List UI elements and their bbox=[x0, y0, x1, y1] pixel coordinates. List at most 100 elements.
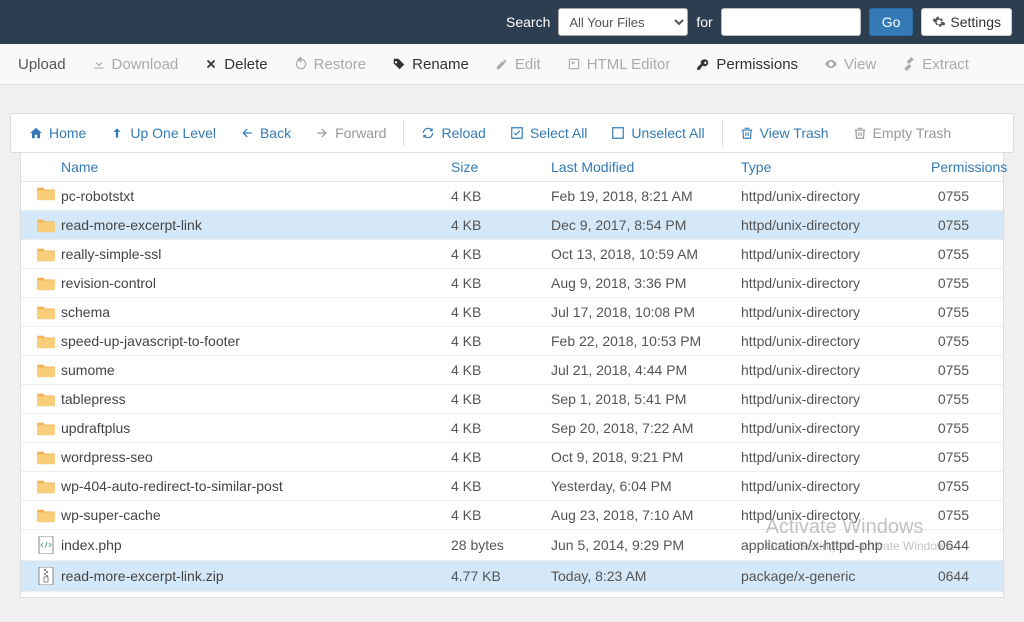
restore-icon bbox=[294, 57, 308, 71]
file-type: httpd/unix-directory bbox=[741, 304, 931, 320]
table-row[interactable]: wordpress-seo4 KBOct 9, 2018, 9:21 PMhtt… bbox=[21, 443, 1003, 472]
forward-icon bbox=[315, 126, 329, 140]
table-row[interactable]: revision-control4 KBAug 9, 2018, 3:36 PM… bbox=[21, 269, 1003, 298]
search-scope-select[interactable]: All Your Files bbox=[558, 8, 688, 36]
file-name: sumome bbox=[61, 362, 451, 378]
file-name: index.php bbox=[61, 537, 451, 553]
file-type: httpd/unix-directory bbox=[741, 420, 931, 436]
restore-button[interactable]: Restore bbox=[284, 50, 377, 79]
file-permissions: 0755 bbox=[931, 478, 993, 494]
folder-icon bbox=[31, 449, 61, 465]
home-button[interactable]: Home bbox=[19, 120, 96, 146]
file-type: httpd/unix-directory bbox=[741, 188, 931, 204]
table-row[interactable]: tablepress4 KBSep 1, 2018, 5:41 PMhttpd/… bbox=[21, 385, 1003, 414]
extract-button[interactable]: Extract bbox=[892, 50, 979, 79]
download-button[interactable]: Download bbox=[82, 50, 189, 79]
file-size: 4 KB bbox=[451, 304, 551, 320]
settings-button[interactable]: Settings bbox=[921, 8, 1012, 36]
table-row[interactable]: speed-up-javascript-to-footer4 KBFeb 22,… bbox=[21, 327, 1003, 356]
empty-trash-button[interactable]: Empty Trash bbox=[843, 120, 962, 146]
view-button[interactable]: View bbox=[814, 50, 886, 79]
file-name: tablepress bbox=[61, 391, 451, 407]
table-row[interactable]: updraftplus4 KBSep 20, 2018, 7:22 AMhttp… bbox=[21, 414, 1003, 443]
file-permissions: 0644 bbox=[931, 568, 993, 584]
file-size: 4 KB bbox=[451, 246, 551, 262]
table-row[interactable]: schema4 KBJul 17, 2018, 10:08 PMhttpd/un… bbox=[21, 298, 1003, 327]
trash-icon bbox=[853, 126, 867, 140]
delete-button[interactable]: Delete bbox=[194, 50, 277, 79]
select-all-button[interactable]: Select All bbox=[500, 120, 598, 146]
file-name: wordpress-seo bbox=[61, 449, 451, 465]
go-button[interactable]: Go bbox=[869, 8, 914, 36]
folder-icon bbox=[31, 362, 61, 378]
file-permissions: 0755 bbox=[931, 420, 993, 436]
upload-button[interactable]: Upload bbox=[8, 50, 76, 79]
reload-button[interactable]: Reload bbox=[411, 120, 495, 146]
navigation-bar: Home Up One Level Back Forward Reload Se… bbox=[10, 113, 1014, 153]
table-row[interactable]: read-more-excerpt-link4 KBDec 9, 2017, 8… bbox=[21, 211, 1003, 240]
file-type: application/x-httpd-php bbox=[741, 537, 931, 553]
eye-icon bbox=[824, 57, 838, 71]
gear-icon bbox=[932, 15, 946, 29]
table-row[interactable]: read-more-excerpt-link.zip4.77 KBToday, … bbox=[21, 561, 1003, 592]
view-trash-button[interactable]: View Trash bbox=[730, 120, 839, 146]
file-name: updraftplus bbox=[61, 420, 451, 436]
unselect-all-button[interactable]: Unselect All bbox=[601, 120, 714, 146]
table-body[interactable]: pc-robotstxt4 KBFeb 19, 2018, 8:21 AMhtt… bbox=[21, 182, 1003, 597]
table-row[interactable]: pc-robotstxt4 KBFeb 19, 2018, 8:21 AMhtt… bbox=[21, 182, 1003, 211]
back-icon bbox=[240, 126, 254, 140]
action-toolbar: Upload Download Delete Restore Rename Ed… bbox=[0, 44, 1024, 85]
folder-icon bbox=[31, 275, 61, 291]
file-modified: Sep 1, 2018, 5:41 PM bbox=[551, 391, 741, 407]
file-permissions: 0755 bbox=[931, 275, 993, 291]
folder-icon bbox=[31, 217, 61, 233]
rename-button[interactable]: Rename bbox=[382, 50, 479, 79]
table-header: Name Size Last Modified Type Permissions bbox=[21, 153, 1003, 182]
topbar: Search All Your Files for Go Settings bbox=[0, 0, 1024, 44]
file-permissions: 0755 bbox=[931, 333, 993, 349]
col-modified[interactable]: Last Modified bbox=[551, 159, 741, 175]
folder-icon bbox=[31, 507, 61, 523]
file-size: 4 KB bbox=[451, 391, 551, 407]
table-row[interactable]: really-simple-ssl4 KBOct 13, 2018, 10:59… bbox=[21, 240, 1003, 269]
x-icon bbox=[204, 57, 218, 71]
back-button[interactable]: Back bbox=[230, 120, 301, 146]
search-input[interactable] bbox=[721, 8, 861, 36]
file-table: Name Size Last Modified Type Permissions… bbox=[20, 153, 1004, 598]
col-permissions[interactable]: Permissions bbox=[931, 159, 1024, 175]
file-type: httpd/unix-directory bbox=[741, 507, 931, 523]
file-type: httpd/unix-directory bbox=[741, 391, 931, 407]
file-modified: Oct 13, 2018, 10:59 AM bbox=[551, 246, 741, 262]
file-permissions: 0755 bbox=[931, 391, 993, 407]
download-icon bbox=[92, 57, 106, 71]
permissions-button[interactable]: Permissions bbox=[686, 50, 808, 79]
folder-icon bbox=[31, 333, 61, 349]
html-editor-button[interactable]: HTML Editor bbox=[557, 50, 681, 79]
table-row[interactable]: wp-super-cache4 KBAug 23, 2018, 7:10 AMh… bbox=[21, 501, 1003, 530]
tag-icon bbox=[392, 57, 406, 71]
file-size: 4 KB bbox=[451, 333, 551, 349]
file-name: wp-404-auto-redirect-to-similar-post bbox=[61, 478, 451, 494]
zip-icon bbox=[31, 567, 61, 585]
reload-icon bbox=[421, 126, 435, 140]
up-one-level-button[interactable]: Up One Level bbox=[100, 120, 226, 146]
file-modified: Feb 22, 2018, 10:53 PM bbox=[551, 333, 741, 349]
file-type: package/x-generic bbox=[741, 568, 931, 584]
unselect-icon bbox=[611, 126, 625, 140]
col-type[interactable]: Type bbox=[741, 159, 931, 175]
file-size: 4 KB bbox=[451, 362, 551, 378]
table-row[interactable]: index.php28 bytesJun 5, 2014, 9:29 PMapp… bbox=[21, 530, 1003, 561]
col-name[interactable]: Name bbox=[61, 159, 451, 175]
forward-button[interactable]: Forward bbox=[305, 120, 396, 146]
check-icon bbox=[510, 126, 524, 140]
folder-icon bbox=[31, 391, 61, 407]
file-modified: Dec 9, 2017, 8:54 PM bbox=[551, 217, 741, 233]
code-icon bbox=[31, 536, 61, 554]
folder-icon bbox=[31, 246, 61, 262]
table-row[interactable]: wp-404-auto-redirect-to-similar-post4 KB… bbox=[21, 472, 1003, 501]
edit-button[interactable]: Edit bbox=[485, 50, 551, 79]
folder-icon bbox=[31, 191, 61, 201]
col-size[interactable]: Size bbox=[451, 159, 551, 175]
nav-wrap: Home Up One Level Back Forward Reload Se… bbox=[0, 85, 1024, 606]
table-row[interactable]: sumome4 KBJul 21, 2018, 4:44 PMhttpd/uni… bbox=[21, 356, 1003, 385]
